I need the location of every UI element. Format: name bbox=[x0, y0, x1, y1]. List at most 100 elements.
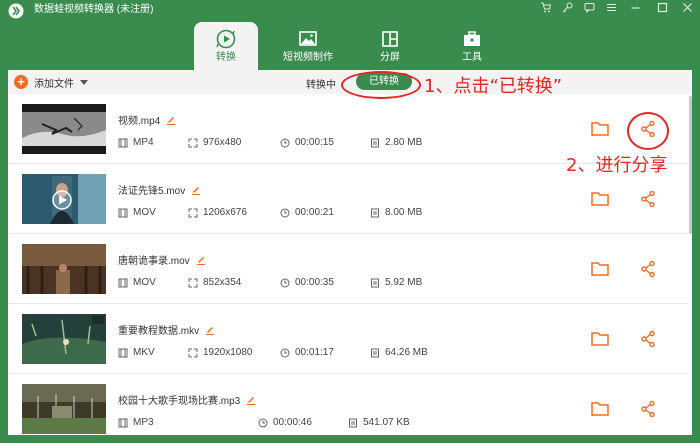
image-icon bbox=[299, 31, 317, 46]
file-name: 视频.mp4 bbox=[118, 116, 161, 127]
feedback-icon[interactable] bbox=[580, 2, 598, 18]
folder-icon[interactable] bbox=[590, 259, 610, 279]
edit-icon[interactable] bbox=[191, 185, 201, 195]
clock-icon bbox=[280, 278, 290, 287]
toolbox-icon bbox=[464, 31, 480, 46]
resolution-info: 976x480 bbox=[188, 137, 241, 148]
film-icon bbox=[118, 138, 128, 147]
size-value: 64.26 MB bbox=[385, 347, 428, 358]
share-icon[interactable] bbox=[638, 259, 658, 279]
maximize-icon[interactable] bbox=[653, 2, 671, 18]
minimize-icon[interactable] bbox=[626, 2, 644, 18]
resolution-value: 852x354 bbox=[203, 277, 242, 288]
tab-short-video[interactable]: 短视频制作 bbox=[276, 22, 340, 70]
resolution-info: 852x354 bbox=[188, 277, 241, 288]
scrollbar[interactable] bbox=[689, 96, 692, 234]
format-value: MOV bbox=[133, 277, 156, 288]
list-item: 校园十大歌手现场比赛.mp3 MP3 00:00:46 541.07 KB bbox=[8, 374, 688, 435]
share-icon[interactable] bbox=[638, 119, 658, 139]
video-thumbnail[interactable] bbox=[22, 104, 106, 154]
format-info: MP4 bbox=[118, 137, 154, 148]
convert-icon bbox=[216, 29, 236, 49]
folder-icon[interactable] bbox=[590, 119, 610, 139]
resolution-info: 1206x676 bbox=[188, 207, 247, 218]
annotation-step-2: 2、进行分享 bbox=[566, 155, 668, 176]
size-value: 2.80 MB bbox=[385, 137, 423, 148]
file-name: 校园十大歌手现场比赛.mp3 bbox=[118, 396, 241, 407]
resolution-icon bbox=[188, 208, 198, 217]
file-name: 法证先锋5.mov bbox=[118, 186, 186, 197]
resolution-icon bbox=[188, 138, 198, 147]
size-value: 8.00 MB bbox=[385, 207, 423, 218]
resolution-icon bbox=[188, 348, 198, 357]
share-icon[interactable] bbox=[638, 399, 658, 419]
resolution-value: 976x480 bbox=[203, 137, 242, 148]
file-size-icon bbox=[371, 348, 379, 357]
size-info: 5.92 MB bbox=[370, 277, 422, 288]
audio-thumbnail[interactable] bbox=[22, 384, 106, 434]
duration-value: 00:00:21 bbox=[295, 207, 334, 218]
tab-converted[interactable]: 已转换 bbox=[356, 73, 412, 90]
clock-icon bbox=[280, 138, 290, 147]
duration-info: 00:00:35 bbox=[280, 277, 334, 288]
size-info: 8.00 MB bbox=[370, 207, 422, 218]
file-name: 重要教程数据.mkv bbox=[118, 326, 200, 337]
clock-icon bbox=[280, 348, 290, 357]
close-icon[interactable] bbox=[678, 2, 696, 18]
duration-value: 00:00:35 bbox=[295, 277, 334, 288]
edit-icon[interactable] bbox=[205, 325, 215, 335]
plus-icon: + bbox=[14, 75, 28, 89]
video-thumbnail[interactable] bbox=[22, 174, 106, 224]
app-logo-icon bbox=[8, 3, 24, 19]
size-value: 5.92 MB bbox=[385, 277, 423, 288]
menu-icon[interactable] bbox=[602, 2, 620, 18]
list-item: 重要教程数据.mkv MKV 1920x1080 00:01:17 64.26 … bbox=[8, 304, 688, 374]
resolution-value: 1920x1080 bbox=[203, 347, 253, 358]
list-item: 唐朝诡事录.mov MOV 852x354 00:00:35 5.92 MB bbox=[8, 234, 688, 304]
share-icon[interactable] bbox=[638, 329, 658, 349]
folder-icon[interactable] bbox=[590, 399, 610, 419]
size-info: 64.26 MB bbox=[370, 347, 428, 358]
file-size-icon bbox=[371, 138, 379, 147]
add-file-button[interactable]: + 添加文件 bbox=[14, 74, 88, 90]
edit-icon[interactable] bbox=[166, 115, 176, 125]
duration-value: 00:01:17 bbox=[295, 347, 334, 358]
duration-info: 00:00:21 bbox=[280, 207, 334, 218]
edit-icon[interactable] bbox=[196, 255, 206, 265]
tab-convert[interactable]: 转换 bbox=[194, 22, 258, 70]
format-value: MOV bbox=[133, 207, 156, 218]
video-thumbnail[interactable] bbox=[22, 244, 106, 294]
video-thumbnail[interactable] bbox=[22, 314, 106, 364]
film-icon bbox=[118, 208, 128, 217]
format-value: MKV bbox=[133, 347, 155, 358]
film-icon bbox=[118, 418, 128, 427]
duration-info: 00:00:46 bbox=[258, 417, 312, 428]
file-size-icon bbox=[371, 278, 379, 287]
tab-converting[interactable]: 转换中 bbox=[306, 76, 336, 91]
film-icon bbox=[118, 348, 128, 357]
tab-tools[interactable]: 工具 bbox=[440, 22, 504, 70]
folder-icon[interactable] bbox=[590, 329, 610, 349]
tab-split-screen[interactable]: 分屏 bbox=[358, 22, 422, 70]
file-list: 视频.mp4 MP4 976x480 00:00:15 2.80 MB 法证先锋… bbox=[8, 94, 692, 435]
duration-value: 00:00:15 bbox=[295, 137, 334, 148]
resolution-icon bbox=[188, 278, 198, 287]
format-value: MP4 bbox=[133, 137, 154, 148]
format-info: MOV bbox=[118, 277, 156, 288]
add-file-label: 添加文件 bbox=[34, 78, 74, 90]
resolution-value: 1206x676 bbox=[203, 207, 247, 218]
toolbar: + 添加文件 转换中 已转换 bbox=[8, 70, 692, 94]
key-icon[interactable] bbox=[558, 2, 576, 18]
folder-icon[interactable] bbox=[590, 189, 610, 209]
share-icon[interactable] bbox=[638, 189, 658, 209]
size-value: 541.07 KB bbox=[363, 417, 410, 428]
edit-icon[interactable] bbox=[246, 395, 256, 405]
film-icon bbox=[118, 278, 128, 287]
clock-icon bbox=[280, 208, 290, 217]
format-info: MP3 bbox=[118, 417, 154, 428]
file-size-icon bbox=[371, 208, 379, 217]
app-window: 数据蛙视频转换器 (未注册) 转换 短视频制作 分屏 工具 + 添加文件 转换中… bbox=[0, 0, 700, 443]
chevron-down-icon[interactable] bbox=[80, 79, 88, 85]
cart-icon[interactable] bbox=[536, 2, 554, 18]
title-bar: 数据蛙视频转换器 (未注册) bbox=[0, 0, 700, 22]
